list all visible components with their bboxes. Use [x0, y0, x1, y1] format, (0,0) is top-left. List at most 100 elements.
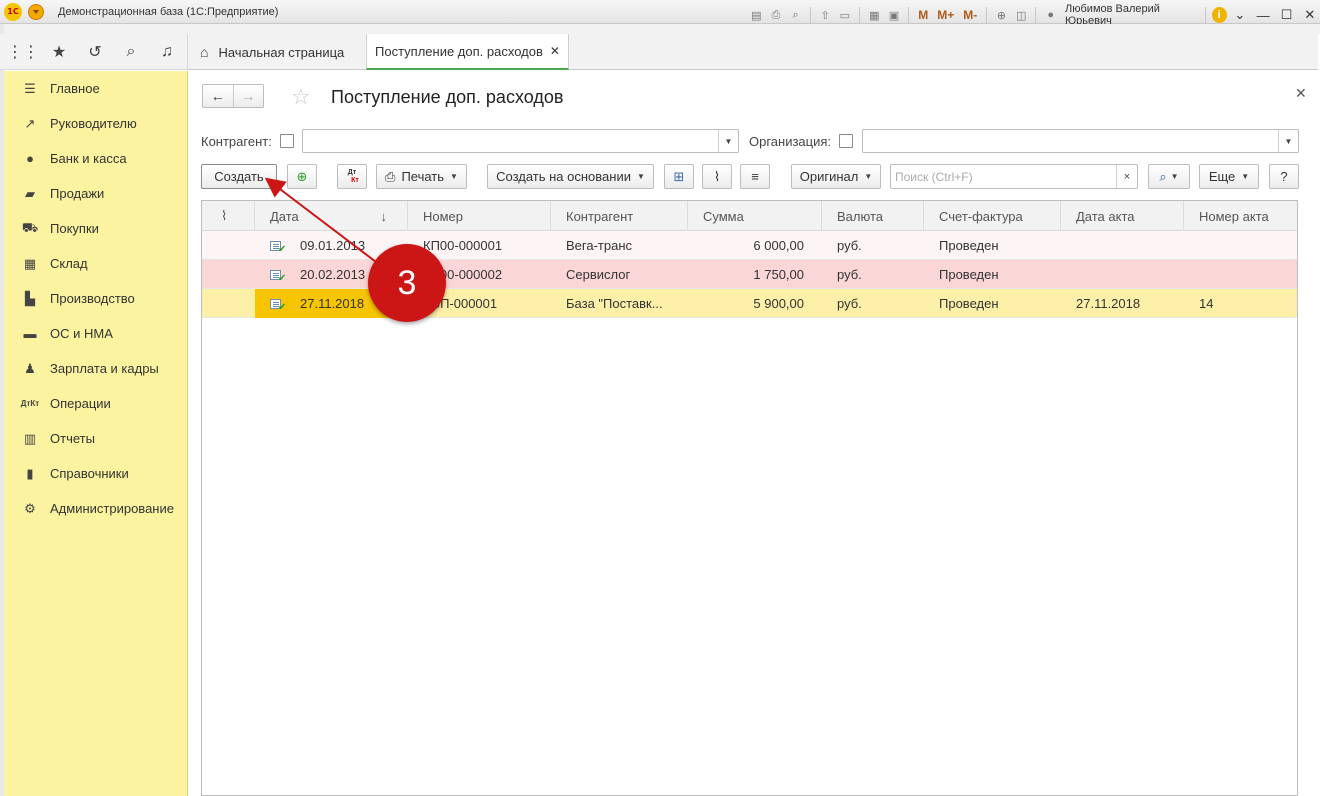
- cell-sum: 5 900,00: [688, 289, 822, 318]
- cell-text: 14: [1199, 296, 1214, 311]
- help-button[interactable]: ?: [1269, 164, 1299, 189]
- column-header-number[interactable]: Номер: [408, 201, 551, 231]
- save-icon[interactable]: ▤: [748, 6, 765, 24]
- table-row[interactable]: ✔ 27.11.2018 ББП-000001 База "Поставк... 5 9…: [202, 289, 1297, 318]
- posted-document-icon: ✔: [270, 269, 286, 283]
- sidebar-item-label: Производство: [50, 291, 135, 306]
- factory-icon: ▙: [25, 290, 35, 306]
- attachment-cell: [202, 231, 255, 260]
- attachments-button[interactable]: ⌇: [702, 164, 732, 189]
- create-button[interactable]: Создать: [201, 164, 277, 189]
- search-icon[interactable]: ⌕: [120, 41, 142, 63]
- sidebar-item-purchases[interactable]: ⛟ Покупки: [4, 211, 187, 246]
- attachment-column-header[interactable]: ⌇: [202, 201, 255, 231]
- sidebar: ☰ Главное ↗ Руководителю ● Банк и касса ▰ Пр…: [4, 71, 188, 796]
- sidebar-item-manager[interactable]: ↗ Руководителю: [4, 106, 187, 141]
- memory-plus-button[interactable]: M+: [934, 8, 957, 22]
- organization-input[interactable]: ▼: [862, 129, 1299, 153]
- column-header-sum[interactable]: Сумма: [688, 201, 822, 231]
- clear-search-button[interactable]: ×: [1116, 165, 1137, 188]
- tab-active[interactable]: Поступление доп. расходов ✕: [366, 34, 569, 70]
- search-input[interactable]: Поиск (Ctrl+F) ×: [890, 164, 1138, 189]
- copy-document-button[interactable]: ⊕: [287, 164, 317, 189]
- table-row[interactable]: ✔ 20.02.2013 КП00-000002 Сервислог 1 750,00 р…: [202, 260, 1297, 289]
- counterparty-input[interactable]: ▼: [302, 129, 739, 153]
- sidebar-item-warehouse[interactable]: ▦ Склад: [4, 246, 187, 281]
- link-icon[interactable]: ⇧: [817, 6, 834, 24]
- structure-button[interactable]: ⊞: [664, 164, 694, 189]
- column-header-act-date[interactable]: Дата акта: [1061, 201, 1184, 231]
- close-form-icon[interactable]: ✕: [1295, 85, 1307, 102]
- print-button[interactable]: ⎙ Печать ▼: [376, 164, 467, 189]
- column-label: Дата: [270, 208, 299, 224]
- original-label: Оригинал: [799, 169, 859, 184]
- close-window-button[interactable]: ✕: [1300, 6, 1320, 24]
- memory-minus-button[interactable]: M-: [960, 8, 980, 22]
- list-button[interactable]: ≡: [740, 164, 770, 189]
- sidebar-item-bank[interactable]: ● Банк и касса: [4, 141, 187, 176]
- column-header-date[interactable]: Дата ↓: [255, 201, 408, 231]
- bar-chart-icon: ▥: [23, 430, 37, 446]
- column-header-invoice[interactable]: Счет-фактура: [924, 201, 1061, 231]
- bell-icon[interactable]: ♫: [156, 41, 178, 63]
- sidebar-item-label: Продажи: [50, 186, 105, 201]
- counterparty-checkbox[interactable]: [279, 134, 294, 148]
- sidebar-item-salary[interactable]: ♟ Зарплата и кадры: [4, 351, 187, 386]
- cell-act-number: [1184, 231, 1297, 260]
- close-tab-icon[interactable]: ✕: [550, 44, 560, 58]
- history-icon[interactable]: ↺: [84, 41, 106, 63]
- chevron-down-icon[interactable]: ▼: [718, 130, 738, 152]
- more-button[interactable]: Еще ▼: [1199, 164, 1259, 189]
- original-button[interactable]: Оригинал ▼: [791, 164, 881, 189]
- sidebar-item-main[interactable]: ☰ Главное: [4, 71, 187, 106]
- apps-grid-icon[interactable]: ⋮⋮: [7, 41, 39, 63]
- dt-kt-icon: ДтКт: [20, 399, 40, 408]
- cell-currency: руб.: [822, 231, 924, 260]
- calendar-icon[interactable]: ▣: [886, 6, 903, 24]
- forward-button[interactable]: →: [234, 85, 264, 107]
- info-icon[interactable]: i: [1211, 7, 1227, 23]
- chevron-down-icon[interactable]: ⌄: [1230, 6, 1250, 24]
- sidebar-item-sales[interactable]: ▰ Продажи: [4, 176, 187, 211]
- dt-kt-button[interactable]: Дт Кт: [337, 164, 367, 189]
- main-menu-button[interactable]: [28, 3, 44, 20]
- memory-m-button[interactable]: M: [915, 8, 931, 22]
- trend-icon: ↗: [24, 115, 36, 131]
- sidebar-item-catalogs[interactable]: ▮ Справочники: [4, 456, 187, 491]
- favorite-star-icon[interactable]: ☆: [291, 84, 311, 110]
- panels-icon[interactable]: ◫: [1013, 6, 1030, 24]
- column-header-currency[interactable]: Валюта: [822, 201, 924, 231]
- column-header-counterparty[interactable]: Контрагент: [551, 201, 688, 231]
- sidebar-item-admin[interactable]: ⚙ Администрирование: [4, 491, 187, 526]
- cell-text: руб.: [837, 296, 862, 311]
- sidebar-item-operations[interactable]: ДтКт Операции: [4, 386, 187, 421]
- favorites-star-icon[interactable]: ★: [48, 41, 70, 63]
- print-icon[interactable]: ⎙: [768, 6, 785, 24]
- sidebar-item-assets[interactable]: ▬ ОС и НМА: [4, 316, 187, 351]
- print-label: Печать: [401, 169, 445, 184]
- sidebar-item-reports[interactable]: ▥ Отчеты: [4, 421, 187, 456]
- chevron-down-icon: ▼: [450, 172, 458, 181]
- preview-icon[interactable]: ⌕: [787, 6, 804, 24]
- chevron-down-icon[interactable]: ▼: [1278, 130, 1298, 152]
- create-based-on-button[interactable]: Создать на основании ▼: [487, 164, 654, 189]
- tab-home[interactable]: ⌂ Начальная страница: [200, 34, 344, 70]
- scan-icon[interactable]: ▭: [836, 6, 853, 24]
- calculator-icon[interactable]: ▦: [866, 6, 883, 24]
- search-options-button[interactable]: ⌕ ▼: [1148, 164, 1190, 189]
- zoom-icon[interactable]: ⊕: [993, 6, 1010, 24]
- maximize-button[interactable]: ☐: [1276, 6, 1296, 24]
- cell-counterparty: Сервислог: [551, 260, 688, 289]
- create-based-on-label: Создать на основании: [496, 169, 631, 184]
- sidebar-item-label: Главное: [50, 81, 100, 96]
- column-header-act-number[interactable]: Номер акта: [1184, 201, 1297, 231]
- separator: [1204, 7, 1206, 23]
- table-row[interactable]: ✔ 09.01.2013 КП00-000001 Вега-транс 6 000,00…: [202, 231, 1297, 260]
- minimize-button[interactable]: —: [1253, 6, 1273, 24]
- list-icon: ≡: [751, 169, 759, 184]
- organization-checkbox[interactable]: [839, 134, 854, 148]
- back-button[interactable]: ←: [203, 85, 234, 107]
- cell-text: 09.01.2013: [300, 238, 366, 253]
- sidebar-item-production[interactable]: ▙ Производство: [4, 281, 187, 316]
- table-header: ⌇ Дата ↓ Номер Контрагент Сумма Валюта Сч…: [202, 201, 1297, 231]
